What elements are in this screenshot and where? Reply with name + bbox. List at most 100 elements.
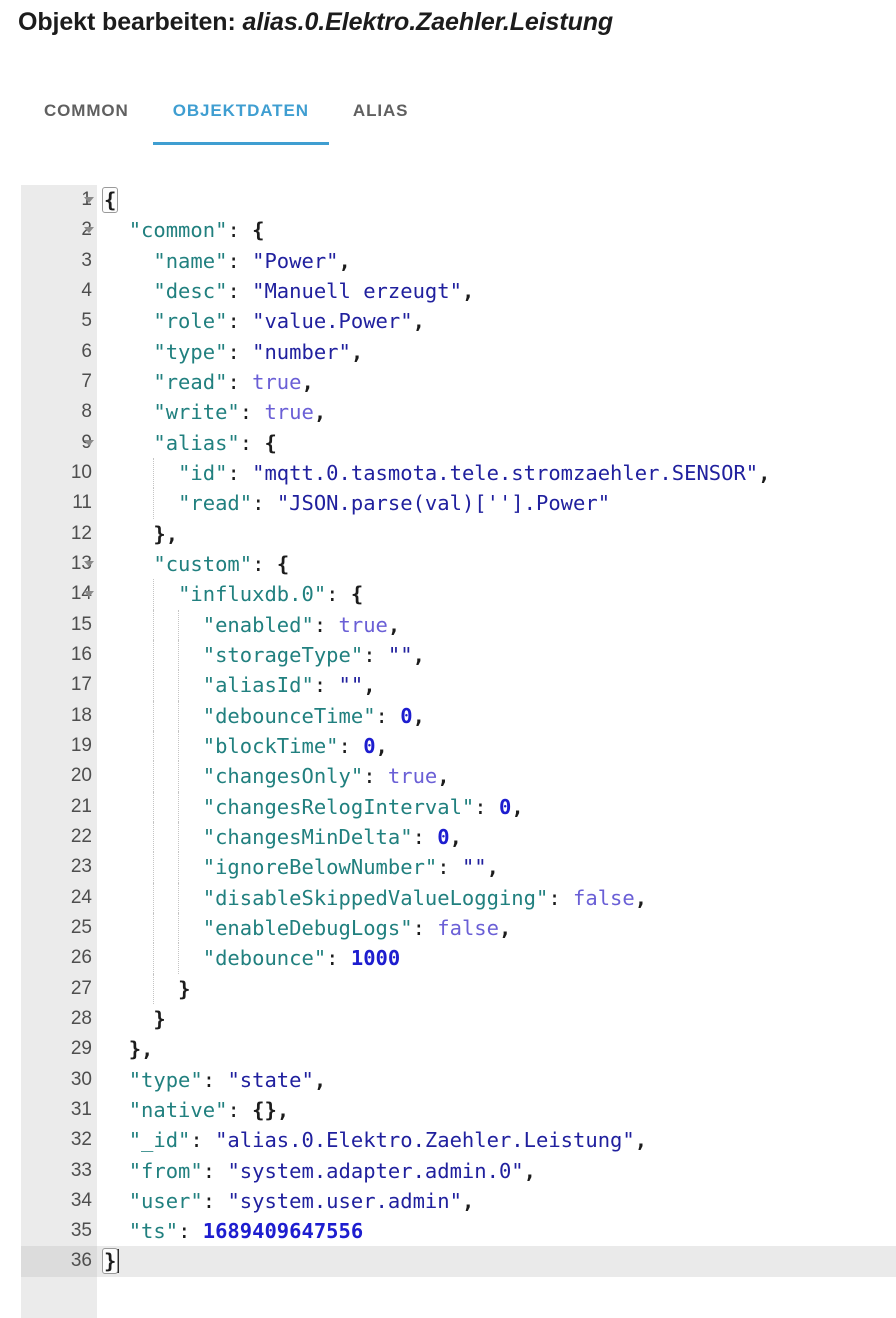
tab-objektdaten[interactable]: OBJEKTDATEN [151,92,331,145]
json-token-key: "changesMinDelta" [202,824,413,849]
code-line[interactable]: 30 "type": "state", [21,1064,896,1095]
code-line[interactable]: 17 "aliasId": "", [21,670,896,701]
line-number: 36 [70,1250,92,1272]
line-number: 17 [70,674,92,696]
code-line[interactable]: 15 "enabled": true, [21,609,896,640]
fold-chevron-down-icon[interactable] [83,428,96,458]
code-line[interactable]: 24 "disableSkippedValueLogging": false, [21,882,896,913]
code-line[interactable]: 22 "changesMinDelta": 0, [21,821,896,853]
json-token-str: "" [461,855,487,880]
code-line-text: "disableSkippedValueLogging": false, [97,882,896,913]
indent-guide [177,639,179,671]
code-line[interactable]: 34 "user": "system.user.admin", [21,1185,896,1217]
indent-guide [153,609,155,640]
json-token-colon: : [227,278,253,303]
code-line-text: "write": true, [97,397,896,427]
code-line[interactable]: 9 "alias": { [21,427,896,458]
code-line[interactable]: 35 "ts": 1689409647556 [21,1216,896,1247]
line-number-gutter: 32 [21,1125,97,1156]
code-line[interactable]: 31 "native": {}, [21,1094,896,1126]
line-number: 12 [70,522,92,544]
code-line[interactable]: 36} [21,1246,896,1277]
fold-chevron-down-icon[interactable] [83,579,96,609]
line-number: 15 [70,613,92,635]
line-number: 27 [70,977,92,999]
code-line[interactable]: 33 "from": "system.adapter.admin.0", [21,1155,896,1186]
code-line[interactable]: 29 }, [21,1034,896,1065]
json-token-colon: : [227,460,253,485]
code-line-text: "debounce": 1000 [97,943,896,974]
code-line[interactable]: 25 "enableDebugLogs": false, [21,912,896,944]
json-token-punct: , [634,1128,648,1153]
code-line[interactable]: 14 "influxdb.0": { [21,579,896,610]
fold-chevron-down-icon[interactable] [83,185,96,215]
json-token-key: "type" [153,339,228,364]
tab-common[interactable]: COMMON [22,92,151,145]
code-line[interactable]: 1{ [21,185,896,216]
json-token-colon: : [239,400,265,425]
editor-code-area[interactable]: 1{2 "common": {3 "name": "Power", 4 "desc… [21,185,896,1277]
line-number: 22 [70,825,92,847]
code-line[interactable]: 32 "_id": "alias.0.Elektro.Zaehler.Leist… [21,1125,896,1156]
code-line-text: } [97,973,896,1004]
code-line[interactable]: 18 "debounceTime": 0, [21,700,896,731]
code-line-text: "_id": "alias.0.Elektro.Zaehler.Leistung… [97,1125,896,1155]
code-line[interactable]: 12 }, [21,518,896,549]
code-line[interactable]: 2 "common": { [21,215,896,246]
json-token-punct: {} [252,1097,277,1122]
code-line-text: "changesOnly": true, [97,761,896,792]
tab-label: COMMON [44,101,129,120]
code-line-text: "ignoreBelowNumber": "", [97,852,896,883]
line-number-gutter: 21 [21,791,97,822]
line-number-gutter: 33 [21,1155,97,1186]
code-line[interactable]: 5 "role": "value.Power", [21,306,896,337]
code-line[interactable]: 13 "custom": { [21,548,896,580]
json-object-data-editor[interactable]: 1{2 "common": {3 "name": "Power", 4 "desc… [21,185,896,1318]
page-title: Objekt bearbeiten: alias.0.Elektro.Zaehl… [18,8,613,37]
json-token-num: 0 [437,824,450,849]
code-line-text: "influxdb.0": { [97,579,896,610]
line-number-gutter: 36 [21,1246,97,1277]
line-number-gutter: 24 [21,882,97,913]
code-line[interactable]: 11 "read": "JSON.parse(val)[''].Power" [21,488,896,519]
code-line[interactable]: 21 "changesRelogInterval": 0, [21,791,896,822]
code-line[interactable]: 28 } [21,1003,896,1035]
json-token-key: "disableSkippedValueLogging" [202,885,549,910]
code-line[interactable]: 3 "name": "Power", [21,245,896,276]
code-line[interactable]: 23 "ignoreBelowNumber": "", [21,852,896,883]
code-line[interactable]: 10 "id": "mqtt.0.tasmota.tele.stromzaehl… [21,457,896,489]
code-line-text: "read": true, [97,367,896,397]
json-token-str: "system.adapter.admin.0" [227,1158,524,1183]
tab-alias[interactable]: ALIAS [331,92,431,145]
code-line[interactable]: 4 "desc": "Manuell erzeugt", [21,275,896,307]
json-token-num: 0 [498,794,512,819]
json-token-punct: , [387,612,401,637]
fold-chevron-down-icon[interactable] [83,215,96,245]
code-line[interactable]: 27 } [21,973,896,1004]
fold-chevron-down-icon[interactable] [83,549,96,579]
indent-guide [153,852,155,883]
code-line[interactable]: 7 "read": true, [21,366,896,398]
code-line-text: "type": "state", [97,1065,896,1095]
json-token-punct: , [276,1097,290,1122]
line-number: 32 [70,1129,92,1151]
code-line[interactable]: 6 "type": "number", [21,336,896,367]
code-line[interactable]: 8 "write": true, [21,397,896,428]
json-token-colon: : [412,915,438,940]
json-token-colon: : [252,491,277,516]
code-line[interactable]: 16 "storageType": "", [21,639,896,671]
code-line-text: "custom": { [97,549,896,579]
code-line[interactable]: 19 "blockTime": 0, [21,730,896,762]
line-number-gutter: 18 [21,700,97,731]
indent-guide [153,821,155,853]
code-line-text: "debounceTime": 0, [97,700,896,731]
code-line[interactable]: 20 "changesOnly": true, [21,761,896,792]
code-line[interactable]: 26 "debounce": 1000 [21,943,896,974]
json-token-num: 1689409647556 [202,1219,364,1244]
